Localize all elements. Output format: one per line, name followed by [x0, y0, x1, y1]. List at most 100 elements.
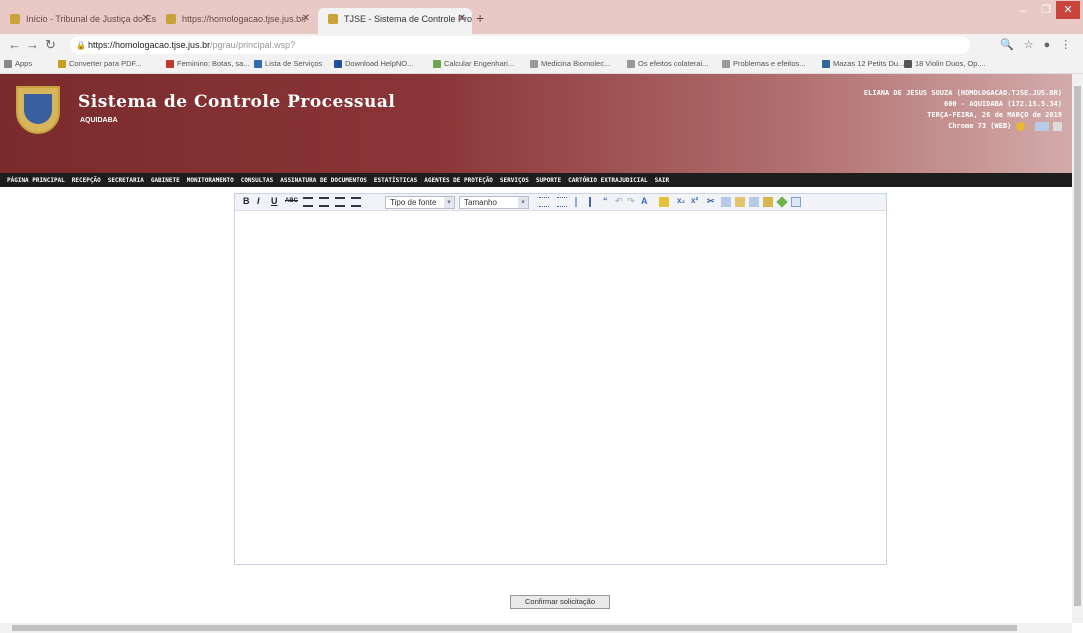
strikethrough-button[interactable]: ABC	[285, 198, 298, 204]
align-justify-icon[interactable]	[351, 197, 361, 207]
tab-homologacao[interactable]: https://homologacao.tjse.jus.br/ ✕	[156, 8, 316, 34]
bookmark-item[interactable]: Converter para PDF...	[58, 59, 142, 68]
menu-kebab-icon[interactable]: ⋮	[1060, 39, 1081, 51]
highlight-icon[interactable]	[659, 197, 669, 207]
menu-item[interactable]: SECRETARIA	[108, 174, 144, 188]
unit-subtitle: AQUIDABA	[80, 117, 118, 124]
menu-item[interactable]: SERVIÇOS	[500, 174, 529, 188]
scrollbar-thumb[interactable]	[1074, 86, 1081, 606]
bookmark-item[interactable]: Mazas 12 Petits Du...	[822, 59, 904, 68]
subscript-icon[interactable]: x₂	[677, 196, 685, 205]
bookmark-item[interactable]: Medicina Biomolec...	[530, 59, 610, 68]
menu-item[interactable]: CONSULTAS	[241, 174, 274, 188]
page-title: Sistema de Controle Processual	[78, 92, 396, 112]
bookmark-icon	[433, 60, 441, 68]
forward-icon[interactable]: →	[26, 37, 39, 52]
align-center-icon[interactable]	[319, 197, 329, 207]
user-name: ELIANA DE JESUS SOUZA (HOMOLOGACAO.TJSE.…	[863, 89, 1062, 97]
blockquote-icon[interactable]: “	[603, 196, 608, 206]
bookmark-icon	[4, 60, 12, 68]
flag-icon	[1034, 121, 1049, 131]
address-bar: ← → ↻ 🔒 https://homologacao.tjse.jus.br/…	[0, 34, 1083, 56]
bookmark-item[interactable]: Lista de Serviços	[254, 59, 322, 68]
clean-format-icon[interactable]	[763, 197, 773, 207]
close-tab-icon[interactable]: ✕	[142, 8, 150, 30]
menu-item[interactable]: MONITORAMENTO	[187, 174, 234, 188]
bookmark-icon	[904, 60, 912, 68]
maximize-icon[interactable]: ❐	[1036, 3, 1056, 19]
chevron-down-icon: ▾	[444, 197, 454, 208]
align-left-icon[interactable]	[303, 197, 313, 207]
confirm-request-button[interactable]: Confirmar solicitação	[510, 595, 610, 609]
tab-inicio[interactable]: Início - Tribunal de Justiça do Est ✕	[0, 8, 156, 34]
user-unit: 600 - AQUIDABA (172.15.5.34)	[943, 100, 1062, 108]
menu-item[interactable]: SUPORTE	[536, 174, 561, 188]
menu-item[interactable]: PÁGINA PRINCIPAL	[7, 174, 65, 188]
bold-button[interactable]: B	[243, 196, 250, 206]
outdent-icon[interactable]	[575, 197, 585, 207]
bullet-list-icon[interactable]	[539, 197, 549, 207]
bookmark-item[interactable]: Calcular Engenhari...	[433, 59, 514, 68]
underline-button[interactable]: U	[271, 196, 278, 206]
scrollbar-thumb[interactable]	[12, 625, 1017, 631]
menu-item[interactable]: CARTÓRIO EXTRAJUDICIAL	[568, 174, 647, 188]
menu-item[interactable]: RECEPÇÃO	[72, 174, 101, 188]
tab-tjse-active[interactable]: TJSE - Sistema de Controle Proc ✕	[318, 8, 472, 34]
align-right-icon[interactable]	[335, 197, 345, 207]
bookmark-icon	[822, 60, 830, 68]
paste-icon[interactable]	[735, 197, 745, 207]
undo-icon[interactable]: ↶	[615, 196, 623, 207]
bookmark-item[interactable]: Apps	[4, 59, 32, 68]
copy-icon[interactable]	[721, 197, 731, 207]
numbered-list-icon[interactable]	[557, 197, 567, 207]
close-tab-icon[interactable]: ✕	[458, 8, 466, 30]
source-icon[interactable]	[791, 197, 801, 207]
paste-text-icon[interactable]	[749, 197, 759, 207]
superscript-icon[interactable]: x²	[691, 196, 698, 205]
horizontal-scrollbar[interactable]	[0, 623, 1072, 633]
bookmark-icon	[254, 60, 262, 68]
indent-icon[interactable]	[589, 197, 599, 207]
font-family-select[interactable]: Tipo de fonte ▾	[385, 196, 455, 209]
menu-item[interactable]: GABINETE	[151, 174, 180, 188]
menu-item[interactable]: ASSINATURA DE DOCUMENTOS	[280, 174, 367, 188]
star-icon[interactable]: ☆	[1024, 39, 1044, 51]
font-size-select[interactable]: Tamanho ▾	[459, 196, 529, 209]
cut-icon[interactable]: ✂	[707, 196, 715, 207]
bookmark-item[interactable]: Feminino: Botas, sa...	[166, 59, 250, 68]
user-info: ELIANA DE JESUS SOUZA (HOMOLOGACAO.TJSE.…	[864, 88, 1062, 132]
toolbar-icons: 🔍☆●⋮	[1000, 38, 1081, 51]
minimize-icon[interactable]: ‒	[1013, 3, 1033, 19]
bookmark-item[interactable]: Download HelpNO...	[334, 59, 413, 68]
zoom-icon[interactable]: 🔍	[1000, 39, 1024, 51]
close-tab-icon[interactable]: ✕	[302, 8, 310, 30]
bookmarks-bar: Apps Converter para PDF... Feminino: Botas…	[0, 56, 1083, 74]
vertical-scrollbar[interactable]	[1072, 74, 1083, 623]
editor-content[interactable]	[235, 211, 886, 564]
italic-button[interactable]: I	[257, 196, 260, 206]
chevron-down-icon: ▾	[518, 197, 528, 208]
close-window-icon[interactable]: ✕	[1056, 1, 1080, 19]
bookmark-item[interactable]: 18 Violin Duos, Op....	[904, 59, 986, 68]
favicon-icon	[166, 14, 176, 24]
profile-icon[interactable]: ●	[1044, 39, 1061, 51]
print-icon[interactable]	[1053, 121, 1062, 131]
lock-icon: 🔒	[76, 41, 86, 50]
redo-icon[interactable]: ↷	[627, 196, 635, 207]
url-input[interactable]: 🔒 https://homologacao.tjse.jus.br/pgrau/…	[70, 36, 970, 54]
insert-image-icon[interactable]	[776, 196, 788, 208]
menu-item[interactable]: ESTATÍSTICAS	[374, 174, 417, 188]
bookmark-icon	[530, 60, 538, 68]
bookmark-icon	[627, 60, 635, 68]
text-color-icon[interactable]: A	[641, 196, 648, 206]
current-date: TERÇA-FEIRA, 26 de MARÇO de 2019	[927, 111, 1062, 119]
reload-icon[interactable]: ↻	[45, 37, 56, 53]
bookmark-item[interactable]: Os efeitos colaterai...	[627, 59, 708, 68]
back-icon[interactable]: ←	[8, 37, 21, 52]
new-tab-button[interactable]: +	[476, 10, 484, 26]
menu-item[interactable]: AGENTES DE PROTEÇÃO	[424, 174, 493, 188]
browser-info: Chrome 73 (WEB)	[864, 121, 1062, 132]
menu-item[interactable]: SAIR	[655, 174, 669, 188]
bookmark-item[interactable]: Problemas e efeitos...	[722, 59, 806, 68]
rich-text-editor: B I U ABC Tipo de fonte ▾ Tamanho ▾ “ ↶ ↷ …	[234, 193, 887, 565]
